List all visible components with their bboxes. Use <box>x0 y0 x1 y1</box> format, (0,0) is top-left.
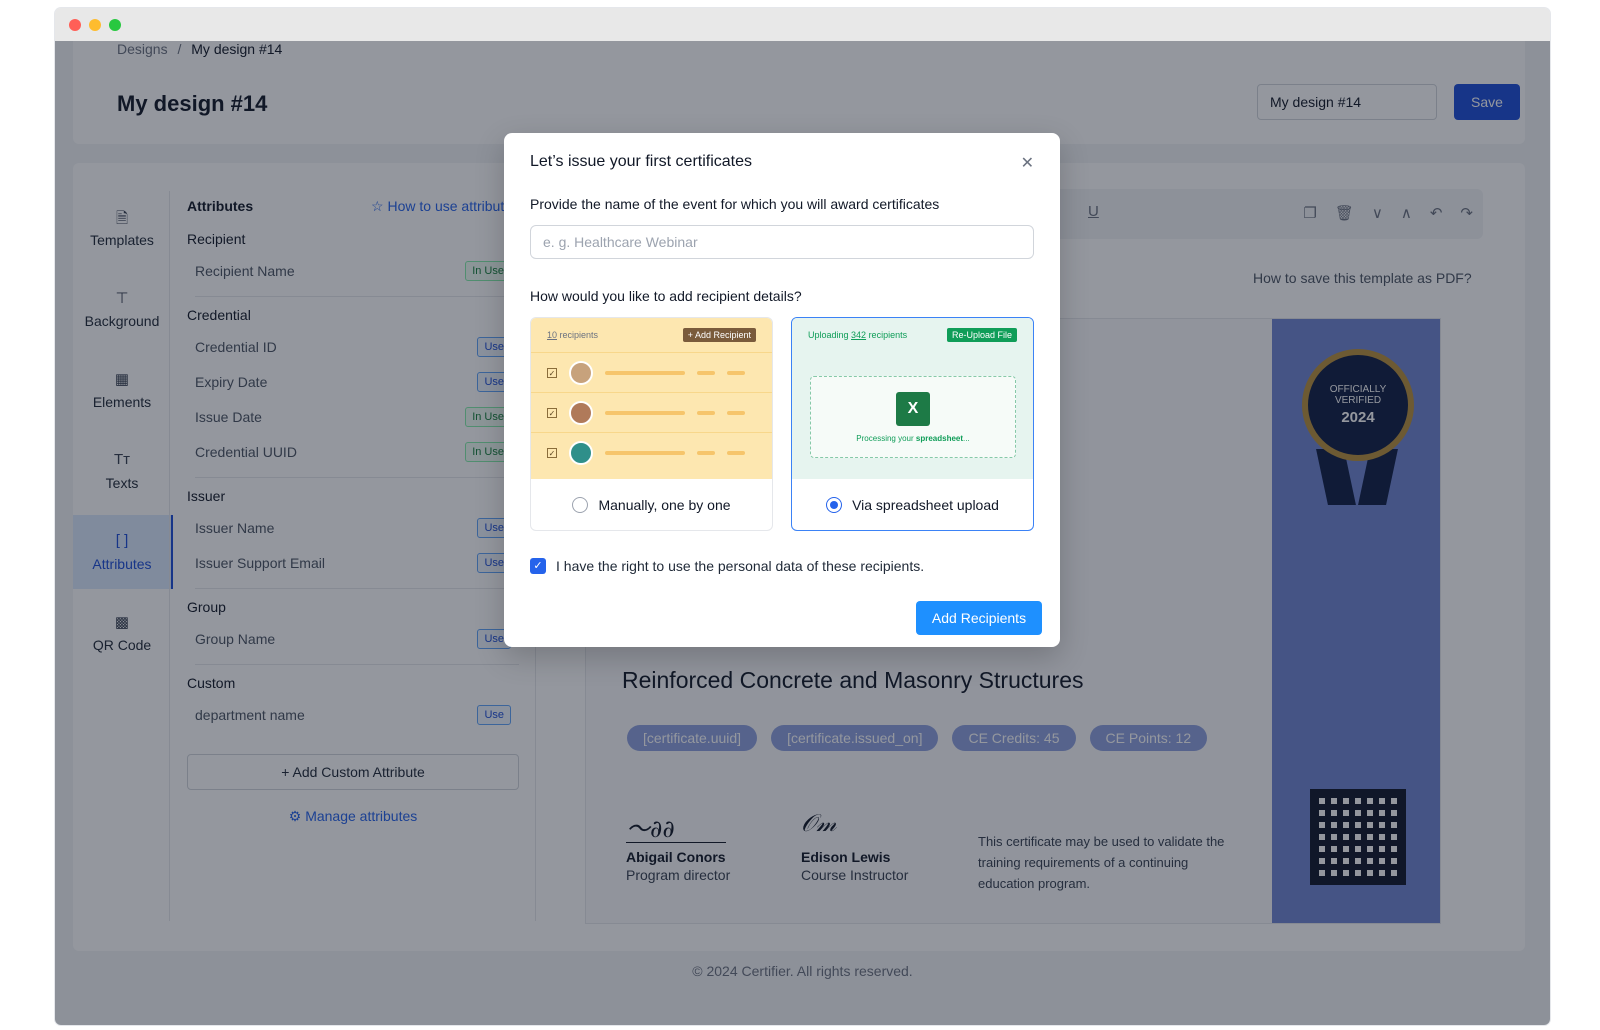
add-recipients-button[interactable]: Add Recipients <box>916 601 1042 635</box>
checkbox-icon: ✓ <box>547 367 557 378</box>
spreadsheet-option-label: Via spreadsheet upload <box>852 497 999 513</box>
preview-row: ✓ <box>531 352 772 392</box>
uploading-count-label: Uploading 342 recipients <box>808 330 908 340</box>
consent-row: ✓ I have the right to use the personal d… <box>530 558 924 574</box>
excel-icon: X <box>896 391 930 426</box>
consent-checkbox[interactable]: ✓ <box>530 558 546 574</box>
avatar <box>569 400 593 425</box>
method-question: How would you like to add recipient deta… <box>530 288 802 304</box>
avatar <box>569 440 593 465</box>
title-bar <box>55 8 1550 41</box>
spreadsheet-preview: Uploading 342 recipients Re-Upload File … <box>792 318 1033 479</box>
re-upload-preview-button: Re-Upload File <box>946 328 1017 342</box>
issue-certificates-dialog: Let’s issue your first certificates ✕ Pr… <box>504 133 1060 647</box>
spreadsheet-option-card[interactable]: Uploading 342 recipients Re-Upload File … <box>791 317 1034 531</box>
checkbox-icon: ✓ <box>547 407 557 418</box>
app-window: Designs / My design #14 My design #14 My… <box>55 8 1550 1025</box>
upload-dropzone: X Processing your spreadsheet... <box>810 376 1016 458</box>
minimize-window-button[interactable] <box>89 18 101 31</box>
add-recipient-preview-button: + Add Recipient <box>682 328 756 342</box>
consent-label: I have the right to use the personal dat… <box>556 558 925 574</box>
spreadsheet-radio[interactable] <box>826 497 843 513</box>
avatar <box>569 360 593 385</box>
event-name-input[interactable]: e. g. Healthcare Webinar <box>530 225 1034 259</box>
maximize-window-button[interactable] <box>109 18 121 31</box>
manual-option-card[interactable]: 10 recipients + Add Recipient ✓ ✓ ✓ Manu… <box>530 317 773 531</box>
processing-text: Processing your spreadsheet... <box>856 433 970 443</box>
manual-preview: 10 recipients + Add Recipient ✓ ✓ ✓ <box>531 318 772 479</box>
close-window-button[interactable] <box>69 18 81 31</box>
event-question: Provide the name of the event for which … <box>530 196 940 212</box>
preview-row: ✓ <box>531 392 772 432</box>
preview-row: ✓ <box>531 432 772 472</box>
recipient-count-label: 10 recipients <box>547 330 599 340</box>
dialog-title: Let’s issue your first certificates <box>530 153 753 170</box>
close-icon[interactable]: ✕ <box>1021 153 1034 173</box>
manual-radio[interactable] <box>572 497 589 513</box>
checkbox-icon: ✓ <box>547 447 557 458</box>
manual-option-label: Manually, one by one <box>598 497 731 513</box>
